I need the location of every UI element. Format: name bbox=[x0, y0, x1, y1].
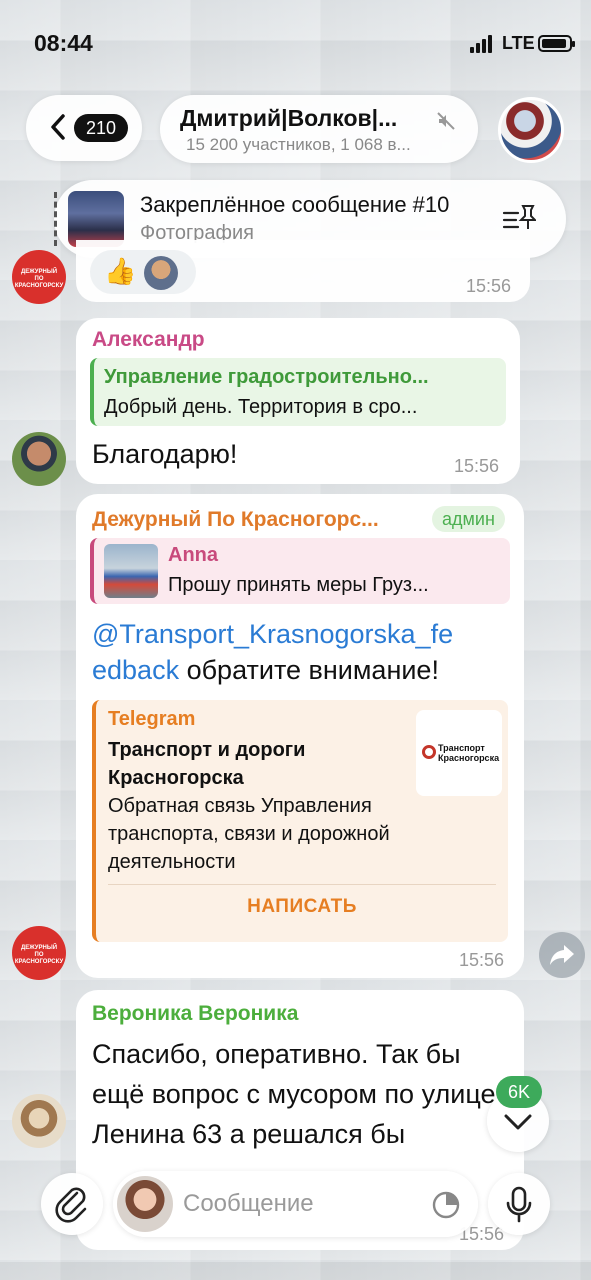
sender-name[interactable]: Вероника Вероника bbox=[92, 1002, 298, 1026]
pinned-title: Закреплённое сообщение #10 bbox=[140, 192, 450, 217]
voice-message-button[interactable] bbox=[488, 1173, 550, 1235]
paperclip-icon bbox=[55, 1187, 87, 1223]
logo-icon bbox=[422, 745, 436, 759]
admin-badge: админ bbox=[432, 506, 505, 532]
mute-icon bbox=[437, 112, 455, 130]
reply-text: Добрый день. Территория в сро... bbox=[104, 396, 418, 418]
forward-button[interactable] bbox=[539, 932, 585, 978]
reply-text: Прошу принять меры Груз... bbox=[168, 574, 429, 596]
reaction-emoji: 👍 bbox=[104, 256, 137, 286]
preview-thumbnail: Транспорт Красногорска bbox=[416, 710, 502, 796]
unread-badge: 6K bbox=[496, 1076, 543, 1108]
pinned-thumbnail bbox=[68, 191, 124, 247]
mention-link[interactable]: edback bbox=[92, 655, 179, 685]
send-as-avatar[interactable] bbox=[117, 1176, 173, 1232]
group-avatar[interactable] bbox=[498, 97, 564, 163]
bottom-strip bbox=[0, 1262, 591, 1280]
sender-avatar[interactable] bbox=[12, 432, 66, 486]
share-icon bbox=[550, 945, 574, 965]
preview-action-button[interactable]: НАПИСАТЬ bbox=[96, 896, 508, 918]
sender-avatar[interactable]: ДЕЖУРНЫЙ ПО КРАСНОГОРСКУ bbox=[12, 926, 66, 980]
reply-thumbnail bbox=[104, 544, 158, 598]
reactions[interactable]: 👍 bbox=[90, 250, 196, 294]
attach-button[interactable] bbox=[41, 1173, 103, 1235]
chat-subtitle: 15 200 участников, 1 068 в... bbox=[186, 135, 411, 154]
battery-icon bbox=[538, 35, 575, 52]
sender-avatar[interactable]: ДЕЖУРНЫЙ ПО КРАСНОГОРСКУ bbox=[12, 250, 66, 304]
preview-title: Транспорт и дороги Красногорска bbox=[108, 739, 306, 789]
unread-chats-count: 210 bbox=[74, 114, 129, 142]
divider bbox=[108, 884, 496, 885]
sender-name[interactable]: Александр bbox=[92, 328, 205, 352]
reply-quote[interactable]: Управление градостроительно... Добрый де… bbox=[90, 358, 506, 426]
reply-quote[interactable]: Anna Прошу принять меры Груз... bbox=[90, 538, 510, 604]
signal-icon bbox=[470, 35, 496, 53]
network-label: LTE bbox=[502, 33, 535, 53]
message-time: 15:56 bbox=[459, 950, 505, 970]
message-bubble[interactable]: 👍 15:56 bbox=[76, 240, 530, 302]
reactor-avatar bbox=[144, 256, 178, 290]
message-text: Благодарю! bbox=[92, 439, 238, 469]
message-time: 15:56 bbox=[466, 276, 512, 296]
back-button[interactable]: 210 bbox=[26, 95, 142, 161]
pin-list-icon[interactable] bbox=[502, 203, 536, 233]
message-text: @Transport_Krasnogorska_fe edback обрати… bbox=[92, 619, 454, 685]
message-bubble[interactable]: Александр Управление градостроительно...… bbox=[76, 318, 520, 484]
reply-title: Anna bbox=[168, 544, 218, 566]
status-bar: 08:44 LTE bbox=[0, 0, 591, 80]
message-input[interactable]: Сообщение bbox=[113, 1171, 478, 1237]
clock: 08:44 bbox=[34, 30, 93, 56]
reply-title: Управление градостроительно... bbox=[104, 366, 429, 388]
link-preview[interactable]: Telegram Транспорт и дороги Красногорска… bbox=[92, 700, 508, 942]
chevron-left-icon bbox=[51, 114, 65, 140]
pinned-indicator bbox=[54, 192, 57, 246]
sender-name[interactable]: Дежурный По Красногорс... bbox=[92, 508, 379, 532]
microphone-icon bbox=[506, 1186, 532, 1223]
preview-site: Telegram bbox=[108, 708, 196, 730]
message-time: 15:56 bbox=[454, 456, 500, 476]
chat-title-button[interactable]: Дмитрий|Волков|... 15 200 участников, 1 … bbox=[160, 95, 478, 163]
sender-avatar[interactable] bbox=[12, 1094, 66, 1148]
chat-title: Дмитрий|Волков|... bbox=[180, 105, 398, 131]
mention-link[interactable]: @Transport_Krasnogorska_fe bbox=[92, 619, 453, 649]
preview-description: Обратная связь Управления транспорта, св… bbox=[108, 795, 390, 873]
input-placeholder: Сообщение bbox=[183, 1190, 314, 1217]
sticker-icon[interactable] bbox=[431, 1190, 461, 1220]
message-text: Спасибо, оперативно. Так бы ещё вопрос с… bbox=[92, 1039, 496, 1149]
